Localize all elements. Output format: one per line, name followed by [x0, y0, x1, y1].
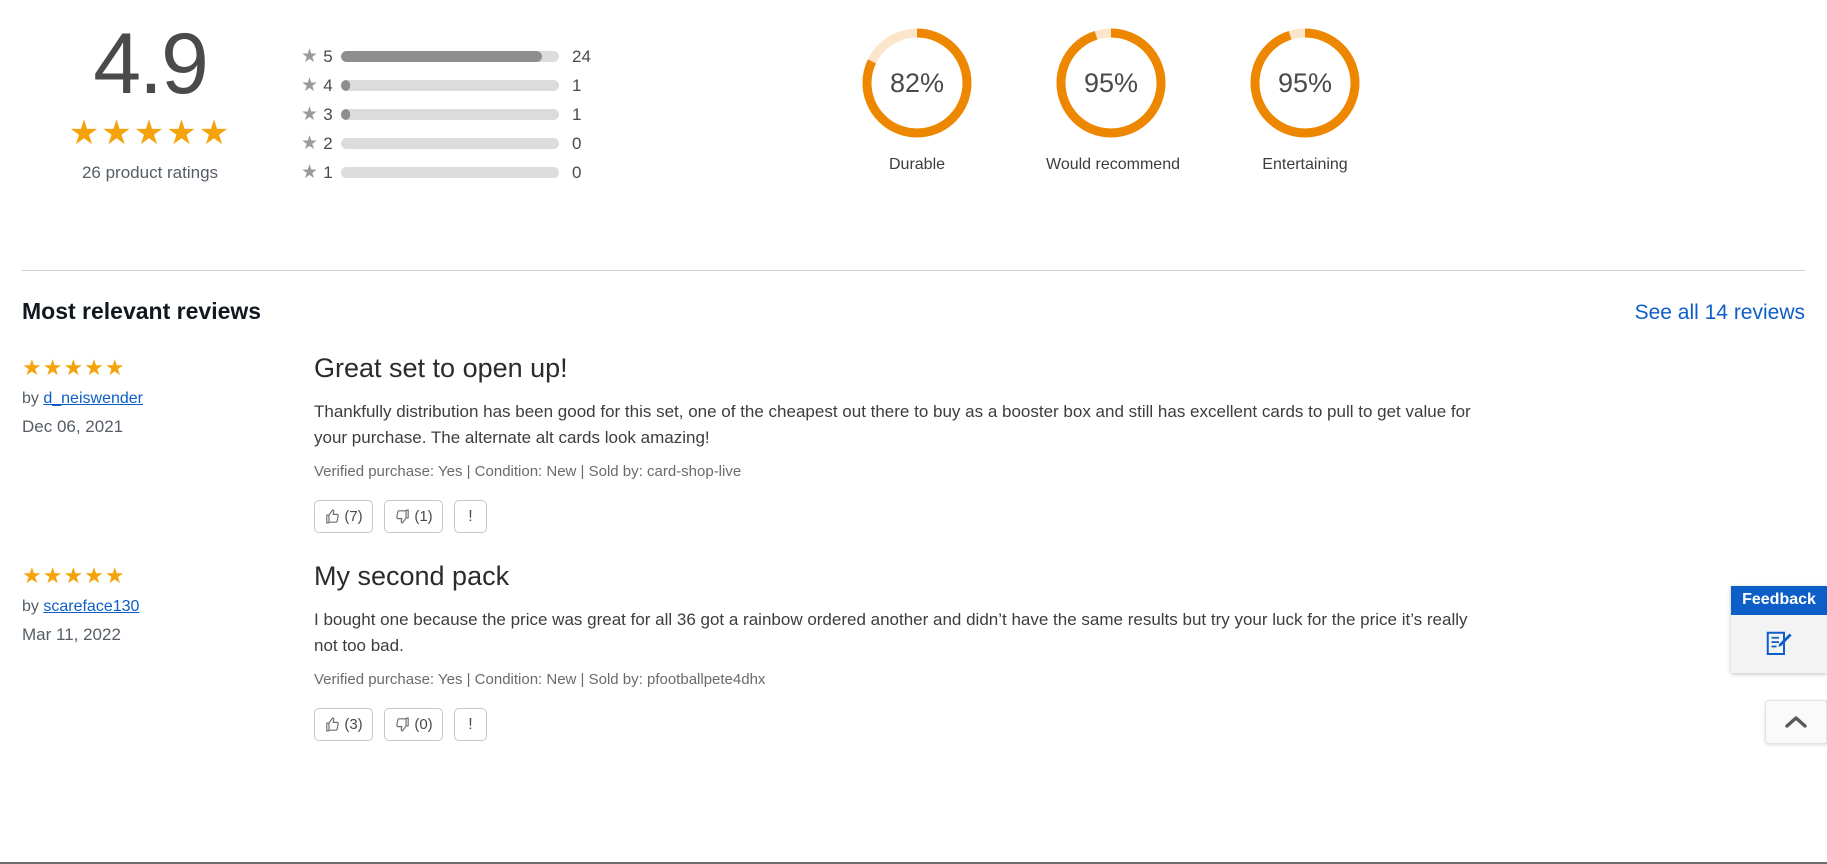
histogram-row-1[interactable]: ★ 1 0 [300, 158, 720, 187]
gauge-durable: 82% Durable [852, 26, 982, 174]
review-body: My second pack I bought one because the … [314, 561, 1494, 741]
histogram-bar-track [341, 51, 559, 62]
chevron-up-icon [1784, 714, 1808, 730]
report-button[interactable]: ! [454, 500, 487, 533]
histogram-bar-track [341, 167, 559, 178]
downvote-count: (0) [414, 716, 432, 733]
see-all-reviews-link[interactable]: See all 14 reviews [1635, 301, 1805, 325]
feedback-widget[interactable]: Feedback [1731, 586, 1827, 673]
thumbs-up-icon [324, 716, 341, 733]
review-title: My second pack [314, 561, 1494, 592]
gauge-would-recommend: 95% Would recommend [1046, 26, 1176, 174]
gauge-ring: 82% [860, 26, 974, 140]
average-rating-stars: ★★★★★ [0, 116, 300, 150]
gauge-value: 82% [860, 26, 974, 140]
thumbs-up-icon [324, 508, 341, 525]
review-title: Great set to open up! [314, 353, 1494, 384]
histogram-bar-fill [341, 51, 542, 62]
feedback-label[interactable]: Feedback [1731, 586, 1827, 615]
review-rating-stars: ★★★★★ [22, 357, 314, 379]
histogram-bar-fill [341, 138, 348, 149]
histogram-star-level: 5 [319, 47, 337, 67]
report-button[interactable]: ! [454, 708, 487, 741]
histogram-bar-track [341, 80, 559, 91]
histogram-count: 1 [559, 105, 593, 125]
histogram-row-2[interactable]: ★ 2 0 [300, 129, 720, 158]
histogram-star-level: 3 [319, 105, 337, 125]
review-vote-row: (7) (1) ! [314, 500, 1494, 533]
histogram-bar-fill [341, 109, 350, 120]
histogram-star-level: 4 [319, 76, 337, 96]
histogram-count: 24 [559, 47, 593, 67]
histogram-row-3[interactable]: ★ 3 1 [300, 100, 720, 129]
star-icon: ★ [300, 76, 319, 95]
histogram-row-5[interactable]: ★ 5 24 [300, 42, 720, 71]
ratings-histogram: ★ 5 24 ★ 4 1 ★ 3 1 [300, 18, 720, 187]
gauge-value: 95% [1054, 26, 1168, 140]
review-date: Dec 06, 2021 [22, 417, 314, 437]
review-purchase-details: Verified purchase: Yes | Condition: New … [314, 671, 1494, 688]
review-text: Thankfully distribution has been good fo… [314, 399, 1482, 450]
downvote-button[interactable]: (0) [384, 708, 443, 741]
ratings-summary: 4.9 ★★★★★ 26 product ratings ★ 5 24 ★ 4 … [0, 0, 1827, 262]
feedback-icon-area[interactable] [1731, 615, 1827, 673]
review-meta: ★★★★★ by scareface130 Mar 11, 2022 [22, 561, 314, 741]
histogram-bar-track [341, 109, 559, 120]
product-reviews-page: 4.9 ★★★★★ 26 product ratings ★ 5 24 ★ 4 … [0, 0, 1827, 864]
average-rating-value: 4.9 [0, 24, 300, 106]
downvote-button[interactable]: (1) [384, 500, 443, 533]
review-by-prefix: by [22, 390, 39, 407]
histogram-star-level: 1 [319, 163, 337, 183]
histogram-bar-fill [341, 167, 348, 178]
thumbs-down-icon [394, 716, 411, 733]
downvote-count: (1) [414, 508, 432, 525]
gauge-label: Durable [852, 156, 982, 174]
upvote-count: (3) [344, 716, 362, 733]
star-icon: ★ [300, 134, 319, 153]
histogram-bar-track [341, 138, 559, 149]
review-author-line: by scareface130 [22, 598, 314, 616]
reviews-header: Most relevant reviews See all 14 reviews [0, 271, 1827, 325]
review-rating-stars: ★★★★★ [22, 565, 314, 587]
histogram-star-level: 2 [319, 134, 337, 154]
review-body: Great set to open up! Thankfully distrib… [314, 353, 1494, 533]
gauge-entertaining: 95% Entertaining [1240, 26, 1370, 174]
gauge-value: 95% [1248, 26, 1362, 140]
upvote-count: (7) [344, 508, 362, 525]
attribute-gauges: 82% Durable 95% Would recommend [720, 18, 1827, 174]
review-purchase-details: Verified purchase: Yes | Condition: New … [314, 463, 1494, 480]
review-item: ★★★★★ by d_neiswender Dec 06, 2021 Great… [0, 325, 1827, 533]
gauge-ring: 95% [1248, 26, 1362, 140]
review-author-line: by d_neiswender [22, 390, 314, 408]
histogram-count: 0 [559, 134, 593, 154]
thumbs-down-icon [394, 508, 411, 525]
histogram-count: 1 [559, 76, 593, 96]
upvote-button[interactable]: (7) [314, 500, 373, 533]
gauge-ring: 95% [1054, 26, 1168, 140]
review-meta: ★★★★★ by d_neiswender Dec 06, 2021 [22, 353, 314, 533]
product-ratings-count: 26 product ratings [0, 163, 300, 183]
upvote-button[interactable]: (3) [314, 708, 373, 741]
pencil-notepad-icon [1764, 629, 1794, 659]
review-vote-row: (3) (0) ! [314, 708, 1494, 741]
review-by-prefix: by [22, 598, 39, 615]
histogram-bar-fill [341, 80, 350, 91]
star-icon: ★ [300, 47, 319, 66]
review-author-link[interactable]: scareface130 [43, 598, 139, 615]
histogram-count: 0 [559, 163, 593, 183]
review-date: Mar 11, 2022 [22, 625, 314, 645]
review-author-link[interactable]: d_neiswender [43, 390, 143, 407]
review-item: ★★★★★ by scareface130 Mar 11, 2022 My se… [0, 533, 1827, 741]
gauge-label: Entertaining [1240, 156, 1370, 174]
star-icon: ★ [300, 163, 319, 182]
scroll-to-top-button[interactable] [1765, 700, 1827, 744]
histogram-row-4[interactable]: ★ 4 1 [300, 71, 720, 100]
gauge-label: Would recommend [1046, 156, 1176, 174]
page-title: Most relevant reviews [22, 298, 261, 325]
review-text: I bought one because the price was great… [314, 607, 1482, 658]
star-icon: ★ [300, 105, 319, 124]
average-rating-block: 4.9 ★★★★★ 26 product ratings [0, 18, 300, 183]
